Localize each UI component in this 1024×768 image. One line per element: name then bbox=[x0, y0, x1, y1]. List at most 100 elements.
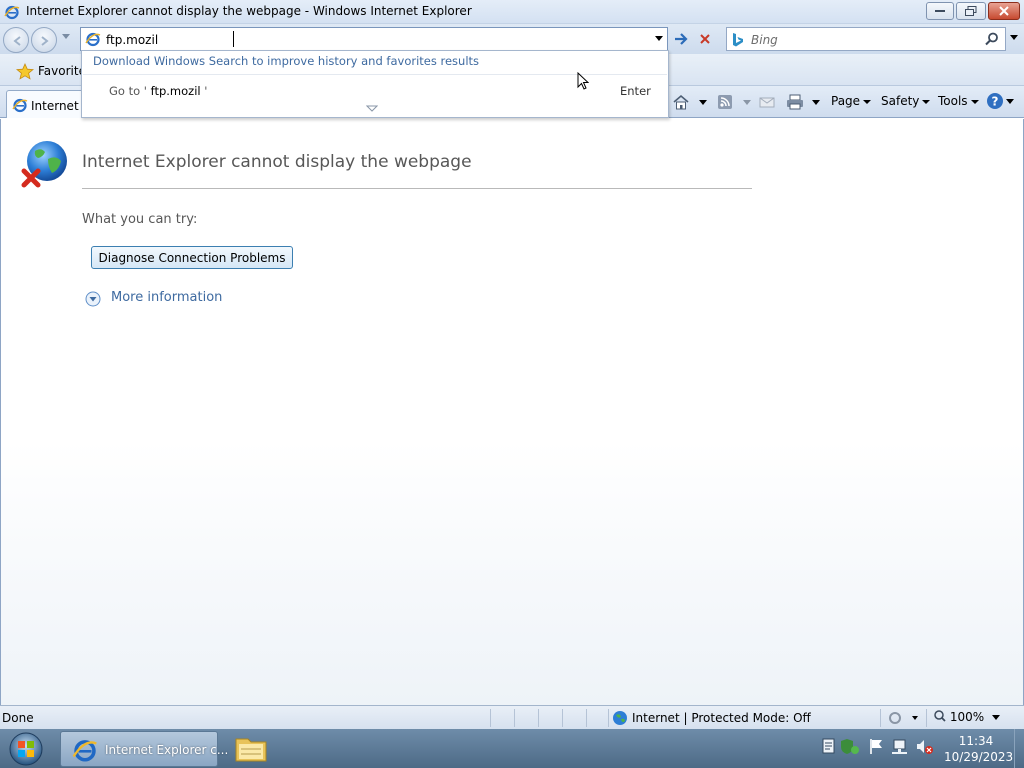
page-menu-button[interactable]: Page bbox=[831, 94, 872, 112]
tools-menu-label: Tools bbox=[938, 94, 968, 108]
start-button[interactable] bbox=[6, 731, 46, 767]
home-button[interactable] bbox=[672, 94, 690, 112]
tray-network-icon[interactable] bbox=[892, 739, 907, 754]
internet-zone-globe-icon bbox=[613, 711, 627, 725]
taskbar-internet-explorer[interactable]: Internet Explorer c... bbox=[60, 731, 228, 767]
forward-arrow-icon bbox=[41, 36, 49, 46]
go-to-suggestion[interactable]: Go to ' ftp.mozil ' bbox=[109, 84, 207, 98]
status-divider bbox=[586, 709, 587, 727]
page-menu-label: Page bbox=[831, 94, 861, 108]
taskbar-ie-label: Internet Explorer c... bbox=[105, 743, 229, 757]
page-title: Internet Explorer cannot display the web… bbox=[82, 152, 472, 172]
status-divider bbox=[880, 709, 881, 727]
read-mail-button[interactable] bbox=[759, 94, 775, 112]
page-dropdown-icon bbox=[863, 99, 872, 104]
status-divider bbox=[514, 709, 515, 727]
printer-icon bbox=[787, 94, 803, 110]
status-text: Done bbox=[2, 711, 34, 725]
bing-icon bbox=[733, 33, 743, 47]
diagnose-connection-problems-button[interactable]: Diagnose Connection Problems bbox=[91, 246, 293, 269]
security-zone-label[interactable]: Internet | Protected Mode: Off bbox=[632, 711, 811, 725]
system-tray bbox=[822, 738, 933, 754]
zoom-magnifier-icon bbox=[934, 710, 946, 722]
close-icon bbox=[999, 6, 1009, 16]
tray-flag-icon[interactable] bbox=[870, 739, 882, 754]
status-divider bbox=[562, 709, 563, 727]
go-to-value: ftp.mozil bbox=[150, 84, 201, 98]
mail-icon bbox=[759, 97, 775, 108]
print-button[interactable] bbox=[786, 94, 804, 112]
minimize-button[interactable] bbox=[926, 2, 954, 20]
expand-suggestions-icon[interactable] bbox=[366, 105, 378, 113]
address-dropdown-icon[interactable] bbox=[655, 36, 663, 42]
zoom-dropdown-icon[interactable] bbox=[992, 715, 1000, 721]
rss-feed-icon bbox=[718, 95, 732, 109]
status-divider bbox=[538, 709, 539, 727]
address-input[interactable]: ftp.mozil bbox=[106, 33, 158, 47]
stop-button[interactable] bbox=[694, 27, 716, 51]
safety-menu-label: Safety bbox=[881, 94, 920, 108]
go-button[interactable] bbox=[670, 27, 692, 51]
internet-explorer-icon bbox=[4, 5, 20, 20]
search-icon[interactable] bbox=[985, 32, 999, 46]
what-you-can-try-label: What you can try: bbox=[82, 212, 198, 227]
search-box[interactable]: Bing bbox=[726, 27, 1006, 51]
safety-dropdown-icon bbox=[922, 99, 931, 104]
page-content: Internet Explorer cannot display the web… bbox=[0, 119, 1024, 705]
safety-menu-button[interactable]: Safety bbox=[881, 94, 931, 112]
help-icon: ? bbox=[987, 93, 1014, 109]
help-button[interactable]: ? bbox=[986, 91, 1016, 109]
recent-pages-dropdown-icon[interactable] bbox=[62, 34, 70, 40]
windows-explorer-folder-icon[interactable] bbox=[228, 731, 274, 767]
go-to-suffix: ' bbox=[204, 84, 208, 98]
minimize-icon bbox=[935, 10, 945, 12]
window-title: Internet Explorer cannot display the web… bbox=[26, 4, 472, 18]
feeds-button[interactable] bbox=[717, 94, 733, 112]
title-divider bbox=[82, 188, 752, 189]
status-divider bbox=[490, 709, 491, 727]
favorites-star-icon bbox=[16, 63, 34, 80]
title-bar: Internet Explorer cannot display the web… bbox=[0, 0, 1024, 24]
close-button[interactable] bbox=[988, 2, 1020, 20]
tools-dropdown-icon bbox=[970, 99, 979, 104]
add-ons-icon[interactable] bbox=[886, 710, 920, 726]
enter-hint: Enter bbox=[620, 84, 651, 98]
expand-circle-icon bbox=[85, 291, 101, 307]
page-icon bbox=[85, 32, 101, 47]
tray-note-icon[interactable] bbox=[822, 738, 835, 754]
favorites-label: Favorite bbox=[38, 64, 86, 78]
status-divider bbox=[926, 709, 927, 727]
download-windows-search-link[interactable]: Download Windows Search to improve histo… bbox=[93, 54, 479, 68]
address-bar[interactable]: ftp.mozil bbox=[80, 27, 668, 51]
tray-volume-muted-icon[interactable] bbox=[917, 740, 933, 754]
svg-text:?: ? bbox=[992, 95, 999, 109]
tab-page-icon bbox=[12, 98, 28, 113]
forward-button[interactable] bbox=[31, 27, 57, 53]
go-to-prefix: Go to ' bbox=[109, 84, 147, 98]
status-bar: Done Internet | Protected Mode: Off 100% bbox=[0, 705, 1024, 729]
back-button[interactable] bbox=[3, 27, 29, 53]
tray-security-icon[interactable] bbox=[841, 739, 859, 754]
more-information-link[interactable]: More information bbox=[111, 290, 222, 305]
back-arrow-icon bbox=[13, 36, 21, 46]
taskbar: Internet Explorer c... 11:34 10/29/2023 bbox=[0, 729, 1024, 768]
tools-menu-button[interactable]: Tools bbox=[938, 94, 979, 112]
mouse-cursor-icon bbox=[577, 72, 589, 90]
show-desktop-button[interactable] bbox=[1014, 729, 1024, 768]
globe-error-icon bbox=[21, 141, 67, 188]
status-divider bbox=[608, 709, 609, 727]
search-options-dropdown-icon[interactable] bbox=[1010, 35, 1018, 41]
zoom-control[interactable]: 100% bbox=[934, 710, 984, 724]
maximize-button[interactable] bbox=[956, 2, 986, 20]
print-dropdown-icon[interactable] bbox=[812, 100, 820, 118]
clock-date: 10/29/2023 bbox=[944, 750, 1014, 764]
home-icon bbox=[673, 94, 689, 110]
restore-icon bbox=[965, 6, 977, 16]
search-input[interactable]: Bing bbox=[751, 33, 778, 47]
zoom-level: 100% bbox=[949, 710, 985, 724]
taskbar-clock[interactable]: 11:34 10/29/2023 bbox=[944, 733, 1014, 765]
clock-time: 11:34 bbox=[958, 734, 994, 748]
home-dropdown-icon[interactable] bbox=[699, 100, 707, 118]
feeds-dropdown-icon[interactable] bbox=[743, 100, 751, 118]
text-cursor bbox=[233, 31, 234, 47]
